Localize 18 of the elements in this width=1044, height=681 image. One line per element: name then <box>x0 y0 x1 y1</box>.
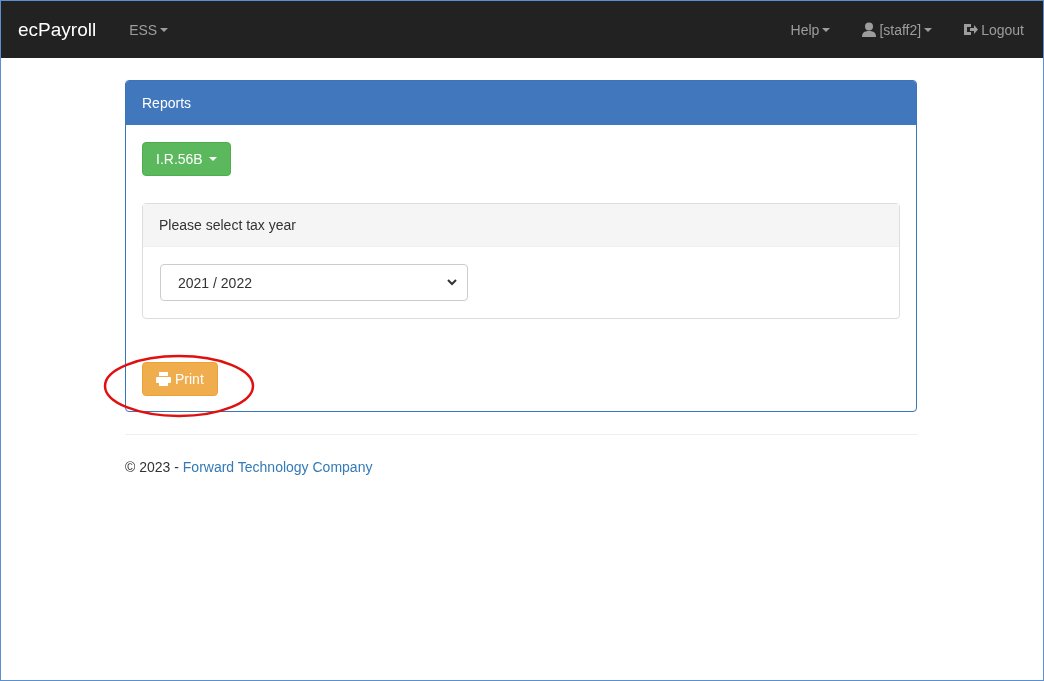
logout-link[interactable]: Logout <box>964 21 1024 38</box>
company-link[interactable]: Forward Technology Company <box>182 459 373 475</box>
caret-icon <box>822 27 831 32</box>
tax-year-heading: Please select tax year <box>143 204 899 247</box>
ess-menu[interactable]: ESS <box>129 21 169 38</box>
tax-year-select[interactable]: 2021 / 2022 <box>160 264 468 301</box>
logout-icon <box>964 23 979 36</box>
help-menu[interactable]: Help <box>790 21 831 38</box>
user-menu[interactable]: [staff2] <box>862 21 933 38</box>
user-icon <box>862 22 877 37</box>
chevron-down-icon <box>447 279 457 286</box>
panel-title: Reports <box>126 81 916 125</box>
caret-icon <box>160 27 169 32</box>
printer-icon <box>156 372 171 386</box>
caret-icon <box>924 27 933 32</box>
copyright-text: © 2023 - Forward Technology Company <box>125 459 374 475</box>
caret-icon <box>208 157 217 161</box>
brand-title[interactable]: ecPayroll <box>18 18 97 41</box>
